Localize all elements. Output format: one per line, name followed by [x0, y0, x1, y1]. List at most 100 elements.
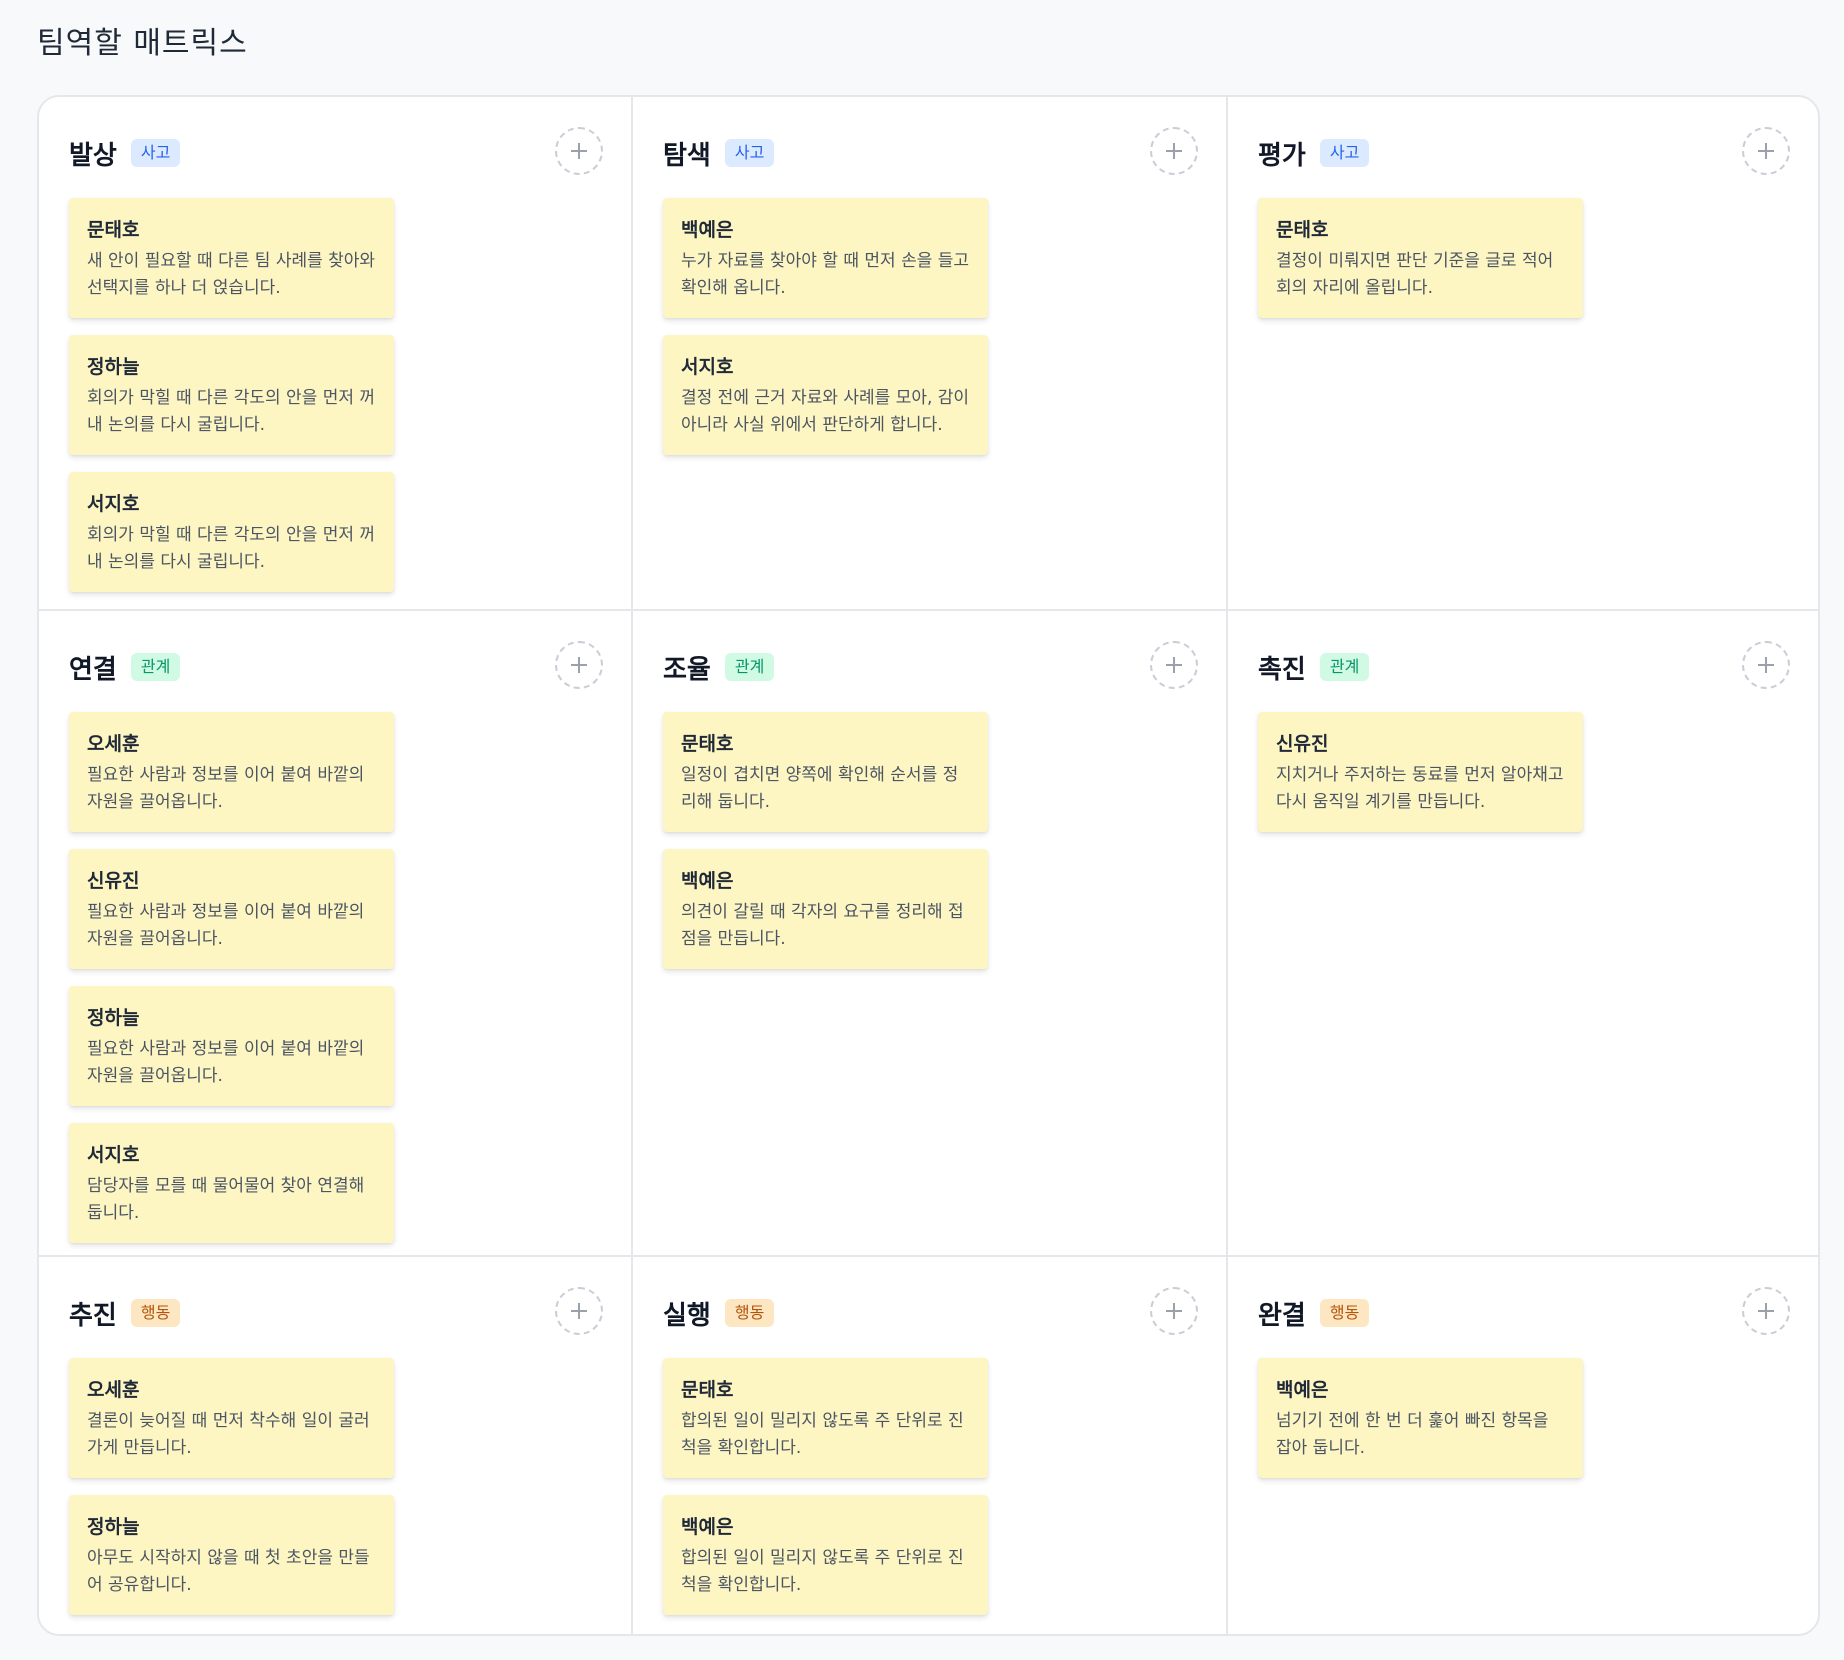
sticky-note[interactable]: 백예은누가 자료를 찾아야 할 때 먼저 손을 들고 확인해 옵니다.: [663, 198, 988, 318]
cell-header: 실행 행동: [663, 1287, 1198, 1339]
cell-title: 탐색: [663, 140, 711, 171]
note-member-name: 오세훈: [87, 733, 140, 755]
add-note-button[interactable]: [555, 641, 603, 689]
note-list: 신유진 지치거나 주저하는 동료를 먼저 알아채고 다시 움직일 계기를 만듭니다…: [1258, 712, 1583, 849]
note-description: 합의된 일이 밀리지 않도록 주 단위로 진척을 확인합니다.: [681, 1548, 964, 1595]
plus-icon: [571, 657, 587, 673]
note-description: 새 안이 필요할 때 다른 팀 사례를 찾아와 선택지를 하나 더 얹습니다.: [87, 251, 376, 298]
sticky-note[interactable]: 정하늘아무도 시작하지 않을 때 첫 초안을 만들어 공유합니다.: [69, 1495, 394, 1615]
note-member-name: 정하늘: [87, 356, 140, 378]
note-member-name: 서지호: [87, 1144, 140, 1166]
sticky-note[interactable]: 백예은합의된 일이 밀리지 않도록 주 단위로 진척을 확인합니다.: [663, 1495, 988, 1615]
add-note-button[interactable]: [555, 127, 603, 175]
sticky-note[interactable]: 신유진 필요한 사람과 정보를 이어 붙여 바깥의 자원을 끌어옵니다.: [69, 849, 394, 969]
note-member-name: 문태호: [681, 1379, 734, 1401]
note-member-name: 서지호: [681, 356, 734, 378]
matrix-cell: 조율 관계문태호일정이 겹치면 양쪽에 확인해 순서를 정리해 둡니다. 백예은 의견…: [633, 611, 1228, 1257]
sticky-note[interactable]: 문태호새 안이 필요할 때 다른 팀 사례를 찾아와 선택지를 하나 더 얹습니…: [69, 198, 394, 318]
page-title: 팀역할 매트릭스: [37, 26, 248, 61]
category-badge: 행동: [1319, 1299, 1370, 1327]
note-description: 결정 전에 근거 자료와 사례를 모아, 감이 아니라 사실 위에서 판단하게 …: [681, 388, 970, 435]
matrix-cell: 연결 관계 오세훈 필요한 사람과 정보를 이어 붙여 바깥의 자원을 끌어옵니다. 신…: [39, 611, 633, 1257]
category-badge: 관계: [724, 653, 775, 681]
note-description: 지치거나 주저하는 동료를 먼저 알아채고 다시 움직일 계기를 만듭니다.: [1276, 765, 1564, 812]
sticky-note[interactable]: 백예은 의견이 갈릴 때 각자의 요구를 정리해 접점을 만듭니다.: [663, 849, 988, 969]
add-note-button[interactable]: [1150, 1287, 1198, 1335]
note-list: 오세훈 필요한 사람과 정보를 이어 붙여 바깥의 자원을 끌어옵니다. 신유진 필요…: [69, 712, 394, 1260]
note-member-name: 정하늘: [87, 1516, 140, 1538]
sticky-note[interactable]: 정하늘회의가 막힐 때 다른 각도의 안을 먼저 꺼내 논의를 다시 굴립니다.: [69, 335, 394, 455]
sticky-note[interactable]: 문태호일정이 겹치면 양쪽에 확인해 순서를 정리해 둡니다.: [663, 712, 988, 832]
plus-icon: [571, 1303, 587, 1319]
add-note-button[interactable]: [1150, 127, 1198, 175]
note-list: 오세훈 결론이 늦어질 때 먼저 착수해 일이 굴러가게 만듭니다. 정하늘아무도 …: [69, 1358, 394, 1632]
note-member-name: 오세훈: [87, 1379, 140, 1401]
note-description: 일정이 겹치면 양쪽에 확인해 순서를 정리해 둡니다.: [681, 765, 959, 812]
note-description: 회의가 막힐 때 다른 각도의 안을 먼저 꺼내 논의를 다시 굴립니다.: [87, 525, 376, 572]
plus-icon: [1758, 1303, 1774, 1319]
cell-title: 촉진: [1258, 654, 1306, 685]
cell-header: 추진 행동: [69, 1287, 603, 1339]
matrix-cell: 평가 사고문태호결정이 미뤄지면 판단 기준을 글로 적어 회의 자리에 올립니다…: [1228, 97, 1818, 611]
sticky-note[interactable]: 서지호담당자를 모를 때 물어물어 찾아 연결해 둡니다.: [69, 1123, 394, 1243]
cell-header: 연결 관계: [69, 641, 603, 693]
category-badge: 관계: [1319, 653, 1370, 681]
category-badge: 행동: [130, 1299, 181, 1327]
sticky-note[interactable]: 오세훈 결론이 늦어질 때 먼저 착수해 일이 굴러가게 만듭니다.: [69, 1358, 394, 1478]
cell-header: 발상 사고: [69, 127, 603, 179]
matrix-cell: 촉진 관계신유진 지치거나 주저하는 동료를 먼저 알아채고 다시 움직일 계기를 …: [1228, 611, 1818, 1257]
plus-icon: [1166, 657, 1182, 673]
cell-title: 실행: [663, 1300, 711, 1331]
plus-icon: [1758, 657, 1774, 673]
note-description: 넘기기 전에 한 번 더 훑어 빠진 항목을 잡아 둡니다.: [1276, 1411, 1549, 1458]
add-note-button[interactable]: [555, 1287, 603, 1335]
note-description: 아무도 시작하지 않을 때 첫 초안을 만들어 공유합니다.: [87, 1548, 370, 1595]
plus-icon: [571, 143, 587, 159]
add-note-button[interactable]: [1150, 641, 1198, 689]
note-list: 문태호일정이 겹치면 양쪽에 확인해 순서를 정리해 둡니다. 백예은 의견이 갈릴…: [663, 712, 988, 986]
note-description: 합의된 일이 밀리지 않도록 주 단위로 진척을 확인합니다.: [681, 1411, 964, 1458]
note-description: 의견이 갈릴 때 각자의 요구를 정리해 접점을 만듭니다.: [681, 902, 964, 949]
cell-header: 촉진 관계: [1258, 641, 1790, 693]
note-description: 회의가 막힐 때 다른 각도의 안을 먼저 꺼내 논의를 다시 굴립니다.: [87, 388, 376, 435]
add-note-button[interactable]: [1742, 641, 1790, 689]
matrix-cell: 추진 행동오세훈 결론이 늦어질 때 먼저 착수해 일이 굴러가게 만듭니다. 정하늘…: [39, 1257, 633, 1634]
note-list: 문태호결정이 미뤄지면 판단 기준을 글로 적어 회의 자리에 올립니다.: [1258, 198, 1583, 335]
cell-title: 연결: [69, 654, 117, 685]
sticky-note[interactable]: 정하늘 필요한 사람과 정보를 이어 붙여 바깥의 자원을 끌어옵니다.: [69, 986, 394, 1106]
matrix-cell: 실행 행동 문태호 합의된 일이 밀리지 않도록 주 단위로 진척을 확인합니다. 백예…: [633, 1257, 1228, 1634]
sticky-note[interactable]: 오세훈 필요한 사람과 정보를 이어 붙여 바깥의 자원을 끌어옵니다.: [69, 712, 394, 832]
note-member-name: 문태호: [87, 219, 140, 241]
add-note-button[interactable]: [1742, 1287, 1790, 1335]
cell-title: 발상: [69, 140, 117, 171]
note-list: 문태호새 안이 필요할 때 다른 팀 사례를 찾아와 선택지를 하나 더 얹습니…: [69, 198, 394, 609]
add-note-button[interactable]: [1742, 127, 1790, 175]
note-member-name: 문태호: [1276, 219, 1329, 241]
sticky-note[interactable]: 서지호결정 전에 근거 자료와 사례를 모아, 감이 아니라 사실 위에서 판단…: [663, 335, 988, 455]
sticky-note[interactable]: 백예은 넘기기 전에 한 번 더 훑어 빠진 항목을 잡아 둡니다.: [1258, 1358, 1583, 1478]
plus-icon: [1166, 1303, 1182, 1319]
cell-header: 평가 사고: [1258, 127, 1790, 179]
category-badge: 관계: [130, 653, 181, 681]
note-list: 백예은 넘기기 전에 한 번 더 훑어 빠진 항목을 잡아 둡니다.: [1258, 1358, 1583, 1495]
category-badge: 사고: [130, 139, 181, 167]
note-description: 필요한 사람과 정보를 이어 붙여 바깥의 자원을 끌어옵니다.: [87, 1039, 365, 1086]
cell-header: 탐색 사고: [663, 127, 1198, 179]
note-member-name: 백예은: [681, 1516, 734, 1538]
cell-title: 조율: [663, 654, 711, 685]
note-list: 백예은누가 자료를 찾아야 할 때 먼저 손을 들고 확인해 옵니다. 서지호결정…: [663, 198, 988, 472]
sticky-note[interactable]: 문태호결정이 미뤄지면 판단 기준을 글로 적어 회의 자리에 올립니다.: [1258, 198, 1583, 318]
note-description: 결정이 미뤄지면 판단 기준을 글로 적어 회의 자리에 올립니다.: [1276, 251, 1554, 298]
cell-title: 평가: [1258, 140, 1306, 171]
note-member-name: 백예은: [681, 219, 734, 241]
sticky-note[interactable]: 서지호 회의가 막힐 때 다른 각도의 안을 먼저 꺼내 논의를 다시 굴립니다.: [69, 472, 394, 592]
note-description: 누가 자료를 찾아야 할 때 먼저 손을 들고 확인해 옵니다.: [681, 251, 970, 298]
category-badge: 사고: [724, 139, 775, 167]
note-member-name: 문태호: [681, 733, 734, 755]
sticky-note[interactable]: 신유진 지치거나 주저하는 동료를 먼저 알아채고 다시 움직일 계기를 만듭니다…: [1258, 712, 1583, 832]
note-description: 담당자를 모를 때 물어물어 찾아 연결해 둡니다.: [87, 1176, 365, 1223]
sticky-note[interactable]: 문태호합의된 일이 밀리지 않도록 주 단위로 진척을 확인합니다.: [663, 1358, 988, 1478]
note-list: 문태호 합의된 일이 밀리지 않도록 주 단위로 진척을 확인합니다. 백예은 합의된…: [663, 1358, 988, 1632]
category-badge: 사고: [1319, 139, 1370, 167]
plus-icon: [1166, 143, 1182, 159]
